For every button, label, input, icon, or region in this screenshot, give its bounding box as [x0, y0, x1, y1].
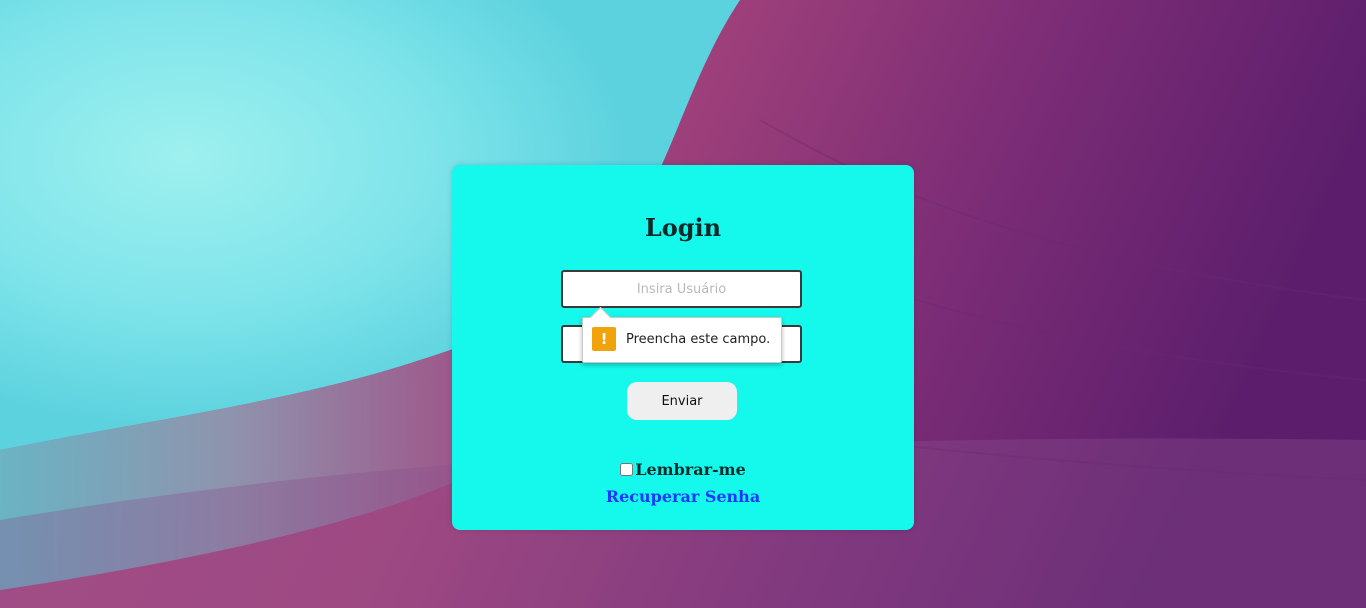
submit-button[interactable]: Enviar: [627, 382, 737, 420]
warning-icon: !: [592, 327, 616, 351]
tooltip-arrow: [589, 306, 612, 329]
login-title: Login: [644, 213, 722, 242]
tooltip-message: Preencha este campo.: [626, 332, 771, 347]
validation-tooltip: ! Preencha este campo.: [582, 306, 782, 363]
login-card: Login ! Preencha este campo. Enviar Lemb…: [452, 165, 914, 530]
remember-me-checkbox[interactable]: [620, 463, 634, 476]
username-input[interactable]: [561, 270, 802, 308]
remember-me-row: Lembrar-me: [452, 460, 914, 479]
remember-me-label[interactable]: Lembrar-me: [635, 460, 746, 479]
recover-password-link[interactable]: Recuperar Senha: [452, 487, 914, 506]
